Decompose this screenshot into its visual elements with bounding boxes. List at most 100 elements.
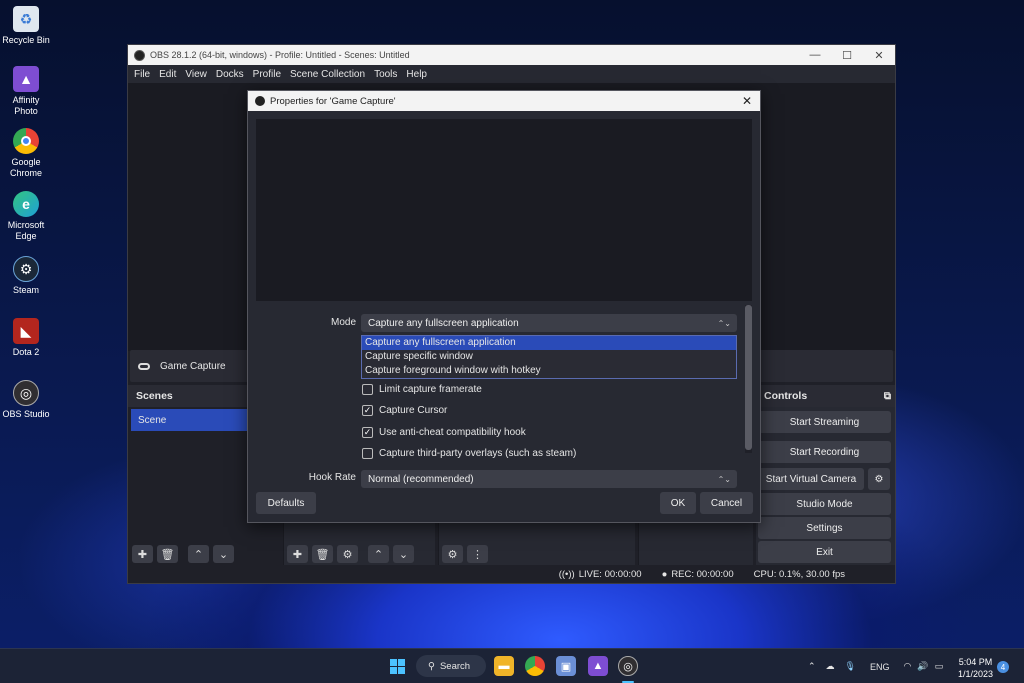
scenes-toolbar: ✚ 🗑 ⌃ ⌄: [128, 542, 234, 566]
start-recording-button[interactable]: Start Recording: [758, 441, 891, 463]
mode-label: Mode: [330, 317, 356, 328]
audio-menu-button[interactable]: ⋮: [467, 545, 488, 563]
mode-select-value: Capture any fullscreen application: [368, 317, 519, 329]
desktop-icon-label: Microsoft Edge: [7, 220, 45, 241]
remove-source-button[interactable]: 🗑: [312, 545, 333, 563]
close-button[interactable]: ✕: [863, 49, 895, 62]
volume-icon[interactable]: 🔊: [917, 661, 928, 672]
dialog-preview: [256, 119, 752, 301]
audio-settings-button[interactable]: ⚙: [442, 545, 463, 563]
start-button[interactable]: [387, 656, 407, 676]
capture-cursor-checkbox[interactable]: ✓ Capture Cursor: [362, 405, 447, 416]
desktop-icon-dota2[interactable]: ◣ Dota 2: [0, 318, 52, 358]
menu-profile[interactable]: Profile: [253, 69, 281, 80]
hook-rate-select[interactable]: Normal (recommended) ⌃⌄: [361, 470, 737, 488]
photos-icon[interactable]: ▣: [556, 656, 576, 676]
menu-scene-collection[interactable]: Scene Collection: [290, 69, 365, 80]
third-party-overlays-checkbox[interactable]: Capture third-party overlays (such as st…: [362, 448, 576, 459]
dota2-icon: ◣: [13, 318, 39, 344]
add-scene-button[interactable]: ✚: [132, 545, 153, 563]
desktop-icon-google-chrome[interactable]: Google Chrome: [0, 128, 52, 179]
live-timer: LIVE: 00:00:00: [578, 568, 642, 580]
steam-icon: ⚙: [13, 256, 39, 282]
move-source-down-button[interactable]: ⌄: [393, 545, 414, 563]
obs-logo-icon: [255, 96, 265, 106]
cpu-fps-readout: CPU: 0.1%, 30.00 fps: [753, 568, 845, 580]
mode-select[interactable]: Capture any fullscreen application ⌃⌄: [361, 314, 737, 332]
mode-option[interactable]: Capture specific window: [362, 350, 736, 364]
exit-button[interactable]: Exit: [758, 541, 891, 563]
gears-icon: ⚙: [447, 548, 458, 561]
mode-option[interactable]: Capture any fullscreen application: [362, 336, 736, 350]
chrome-taskbar-icon[interactable]: [525, 656, 545, 676]
checkbox-label: Limit capture framerate: [379, 384, 482, 395]
dialog-close-button[interactable]: ✕: [734, 94, 760, 108]
cloud-icon[interactable]: ☁: [826, 661, 835, 672]
controls-dock: Start Streaming Start Recording Start Vi…: [756, 407, 895, 567]
obs-taskbar-icon[interactable]: ◎: [618, 656, 638, 676]
defaults-button[interactable]: Defaults: [256, 492, 316, 514]
checkmark-icon: ✓: [362, 405, 373, 416]
gear-icon: ⚙: [342, 548, 353, 561]
menu-view[interactable]: View: [185, 69, 207, 80]
menu-help[interactable]: Help: [406, 69, 427, 80]
maximize-button[interactable]: ☐: [831, 49, 863, 62]
file-explorer-icon[interactable]: ▬: [494, 656, 514, 676]
anti-cheat-hook-checkbox[interactable]: ✓ Use anti-cheat compatibility hook: [362, 427, 526, 438]
wifi-icon[interactable]: ◠: [904, 661, 912, 672]
cancel-button[interactable]: Cancel: [700, 492, 753, 514]
properties-scrollbar[interactable]: [745, 305, 752, 453]
dialog-titlebar[interactable]: Properties for 'Game Capture' ✕: [248, 91, 760, 111]
notification-badge[interactable]: 4: [997, 661, 1009, 673]
recycle-bin-icon: ♻: [13, 6, 39, 32]
menu-docks[interactable]: Docks: [216, 69, 244, 80]
move-scene-down-button[interactable]: ⌄: [213, 545, 234, 563]
start-streaming-button[interactable]: Start Streaming: [758, 411, 891, 433]
battery-icon[interactable]: ▭: [935, 661, 944, 672]
checkbox-label: Use anti-cheat compatibility hook: [379, 427, 526, 438]
menu-file[interactable]: File: [134, 69, 150, 80]
broadcast-icon: ((•)): [558, 568, 575, 580]
taskbar-clock[interactable]: 5:04 PM 1/1/2023: [958, 656, 993, 680]
desktop-icon-obs-studio[interactable]: ◎ OBS Studio: [0, 380, 52, 420]
mode-option[interactable]: Capture foreground window with hotkey: [362, 364, 736, 378]
undock-icon[interactable]: ⧉: [884, 391, 891, 402]
checkbox-unchecked-icon: [362, 448, 373, 459]
ok-button[interactable]: OK: [660, 492, 696, 514]
move-source-up-button[interactable]: ⌃: [368, 545, 389, 563]
add-source-button[interactable]: ✚: [287, 545, 308, 563]
scrollbar-thumb[interactable]: [745, 305, 752, 450]
language-indicator[interactable]: ENG: [870, 662, 890, 672]
scenes-header-label: Scenes: [136, 390, 173, 402]
settings-button[interactable]: Settings: [758, 517, 891, 539]
desktop-icon-steam[interactable]: ⚙ Steam: [0, 256, 52, 296]
desktop-icon-label: Steam: [12, 285, 39, 295]
trash-icon: 🗑: [160, 548, 175, 561]
move-scene-up-button[interactable]: ⌃: [188, 545, 209, 563]
minimize-button[interactable]: —: [799, 49, 831, 61]
menu-tools[interactable]: Tools: [374, 69, 397, 80]
affinity-photo-taskbar-icon[interactable]: ▲: [588, 656, 608, 676]
studio-mode-button[interactable]: Studio Mode: [758, 493, 891, 515]
remove-scene-button[interactable]: 🗑: [157, 545, 178, 563]
desktop-icon-label: Google Chrome: [9, 157, 42, 178]
menu-edit[interactable]: Edit: [159, 69, 176, 80]
desktop-icon-affinity-photo[interactable]: ▲ Affinity Photo: [0, 66, 52, 117]
start-virtual-camera-button[interactable]: Start Virtual Camera: [758, 468, 864, 490]
microphone-icon[interactable]: 🎙: [845, 661, 856, 672]
audio-mixer-toolbar: ⚙ ⋮: [438, 542, 488, 566]
taskbar-search[interactable]: ⚲ Search: [416, 655, 486, 677]
plus-icon: ✚: [292, 548, 303, 561]
system-tray: ⌃ ☁ 🎙 ENG ◠ 🔊 ▭: [808, 649, 943, 683]
obs-titlebar[interactable]: OBS 28.1.2 (64-bit, windows) - Profile: …: [128, 45, 895, 65]
virtual-camera-settings-button[interactable]: ⚙: [868, 468, 890, 490]
clock-time: 5:04 PM: [958, 657, 993, 667]
source-properties-button[interactable]: ⚙: [337, 545, 358, 563]
desktop-icon-recycle-bin[interactable]: ♻ Recycle Bin: [0, 6, 52, 46]
desktop-icon-microsoft-edge[interactable]: e Microsoft Edge: [0, 191, 52, 242]
chevron-up-icon[interactable]: ⌃: [808, 661, 816, 672]
hook-rate-value: Normal (recommended): [368, 473, 474, 485]
limit-framerate-checkbox[interactable]: Limit capture framerate: [362, 384, 482, 395]
obs-logo-icon: [134, 49, 145, 61]
controls-header-label: Controls: [764, 390, 808, 402]
